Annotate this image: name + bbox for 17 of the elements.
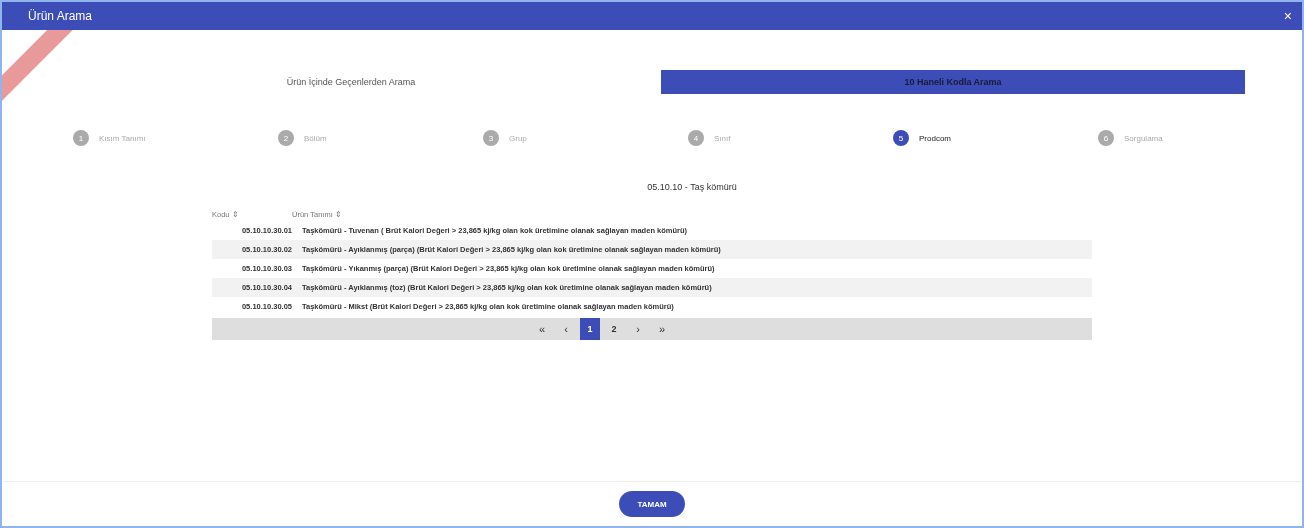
step-number: 6 [1098, 130, 1114, 146]
window-title: Ürün Arama [28, 9, 93, 23]
step-label[interactable]: Prodcom [919, 133, 951, 143]
step-number: 4 [688, 130, 704, 146]
first-page-button[interactable]: « [532, 318, 552, 340]
close-button[interactable]: × [1283, 8, 1292, 24]
page-button[interactable]: 2 [604, 318, 624, 340]
step-number: 5 [893, 130, 909, 146]
step-number: 1 [73, 130, 89, 146]
step-number: 3 [483, 130, 499, 146]
ok-button[interactable]: TAMAM [619, 491, 685, 517]
next-page-button[interactable]: › [628, 318, 648, 340]
last-page-button[interactable]: » [652, 318, 672, 340]
previous-page-button[interactable]: ‹ [556, 318, 576, 340]
section-title: 05.10.10 - Taş kömürü [646, 182, 737, 192]
step-number: 2 [278, 130, 294, 146]
page-button[interactable]: 1 [580, 318, 600, 340]
